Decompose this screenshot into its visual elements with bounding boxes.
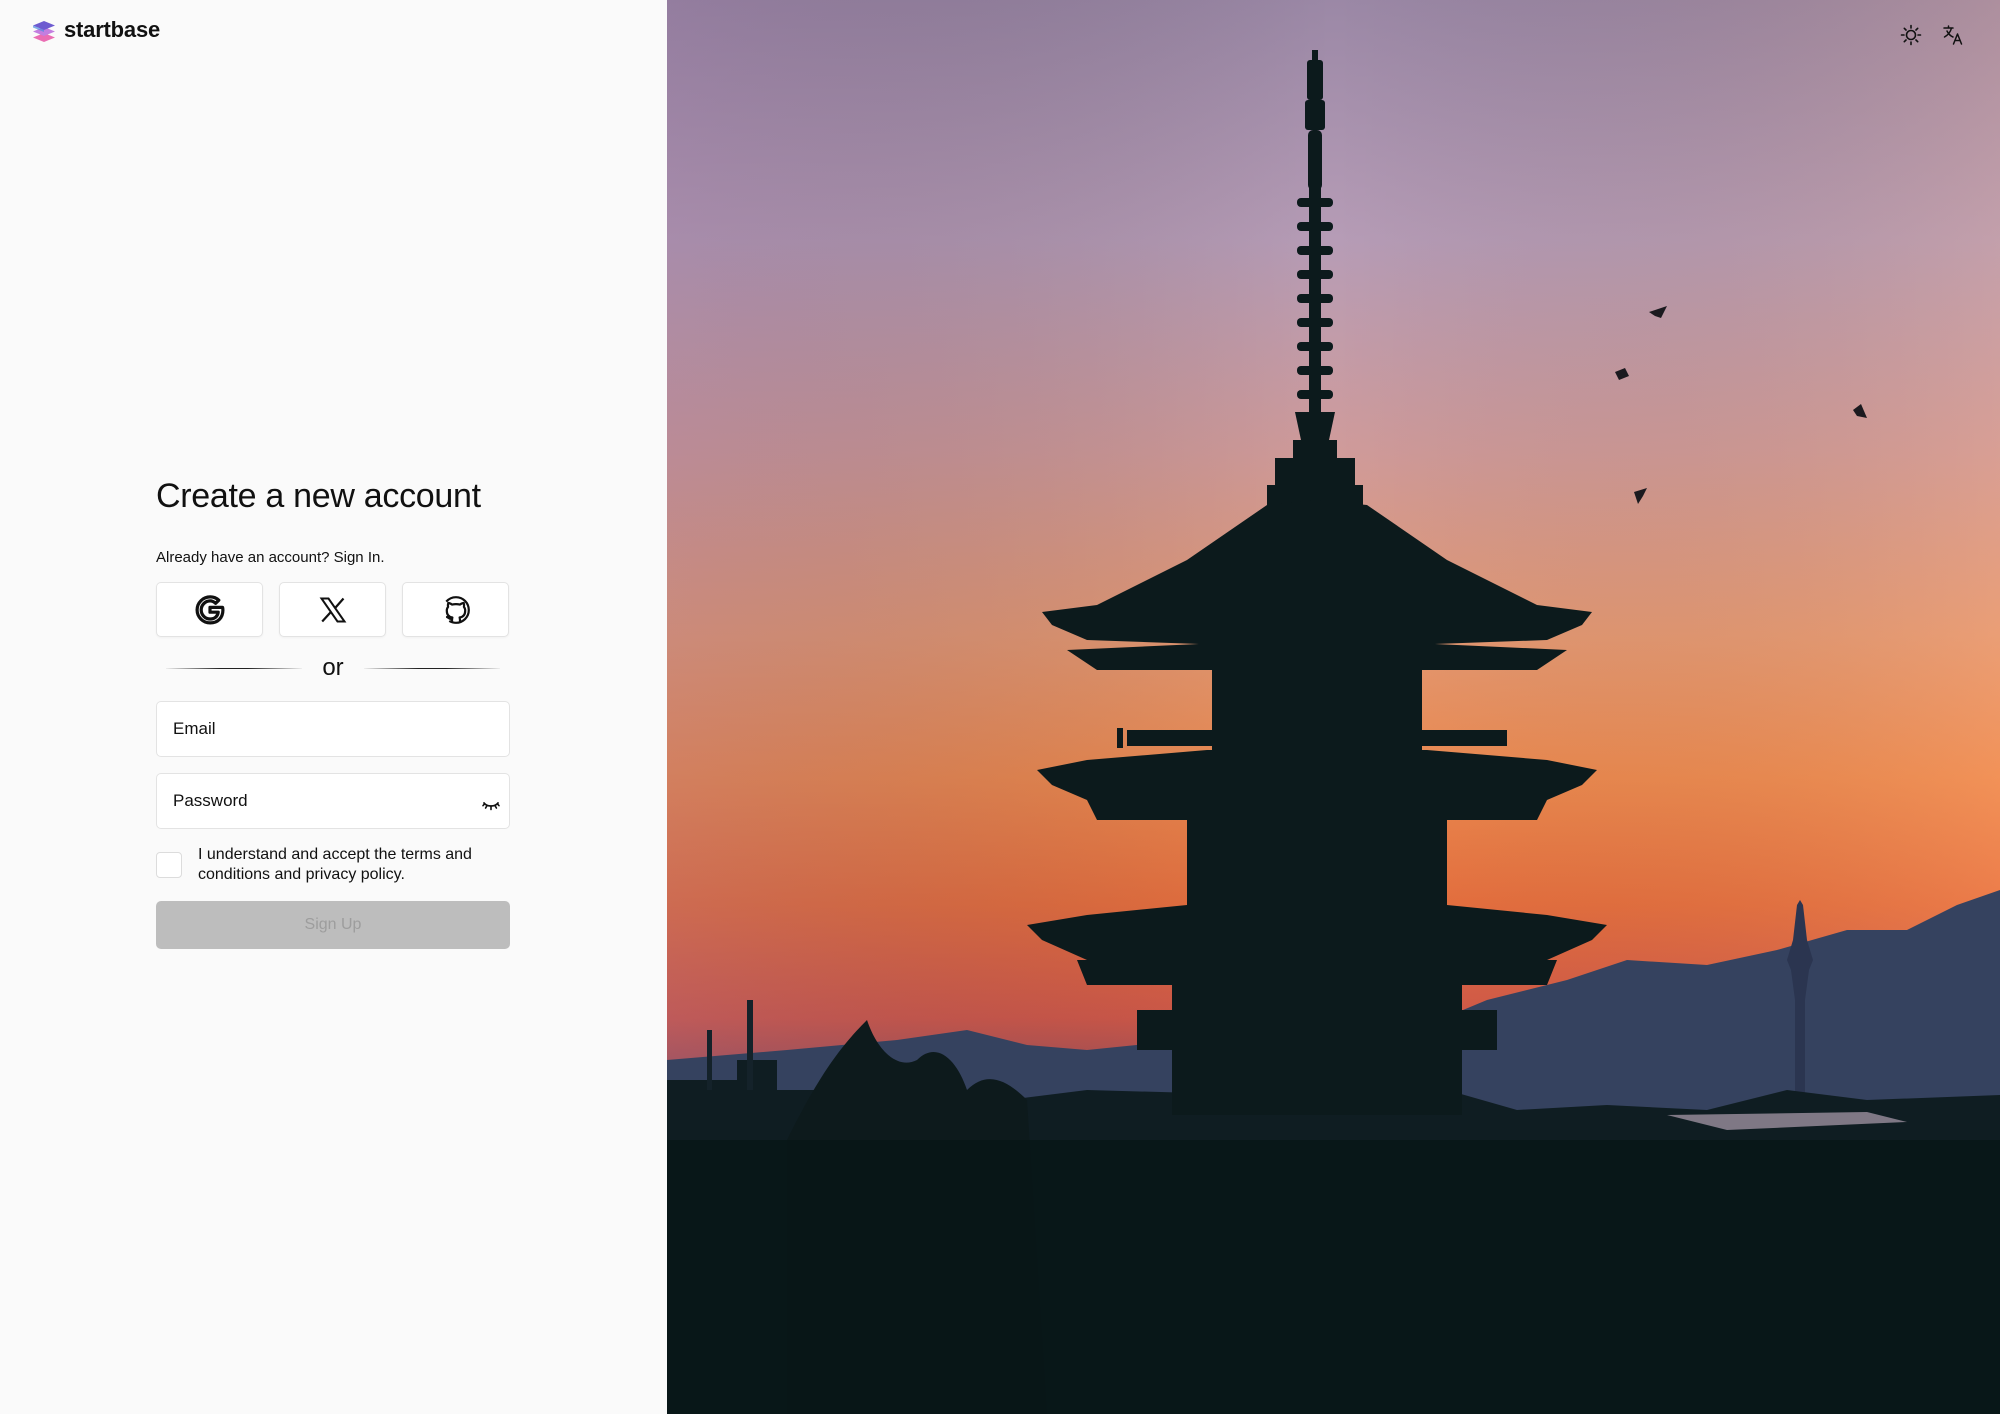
github-signin-button[interactable] bbox=[402, 582, 509, 637]
x-icon bbox=[319, 597, 346, 622]
divider-line-right bbox=[364, 667, 500, 669]
page-title: Create a new account bbox=[156, 477, 481, 515]
terms-row: I understand and accept the terms and co… bbox=[156, 845, 510, 885]
header-actions bbox=[1900, 24, 1964, 46]
translate-icon[interactable] bbox=[1942, 24, 1964, 46]
password-field bbox=[156, 773, 510, 829]
divider-text: or bbox=[322, 654, 344, 681]
left-panel: startbase Create a new account Already h… bbox=[0, 0, 667, 1414]
google-signin-button[interactable] bbox=[156, 582, 263, 637]
email-field bbox=[156, 701, 510, 757]
oauth-buttons bbox=[156, 582, 510, 637]
google-icon bbox=[195, 594, 224, 624]
sun-icon[interactable] bbox=[1900, 24, 1922, 46]
or-divider: or bbox=[156, 651, 510, 685]
signup-page: startbase Create a new account Already h… bbox=[0, 0, 2000, 1414]
terms-checkbox[interactable] bbox=[156, 852, 182, 878]
signin-link[interactable]: Sign In. bbox=[334, 549, 385, 566]
github-icon bbox=[441, 595, 470, 624]
x-signin-button[interactable] bbox=[279, 582, 386, 637]
signin-prompt: Already have an account? Sign In. bbox=[156, 548, 510, 568]
password-input[interactable] bbox=[157, 774, 509, 828]
hero-image-panel bbox=[667, 0, 2000, 1414]
brand-logo[interactable]: startbase bbox=[30, 16, 160, 44]
brand-name: startbase bbox=[64, 17, 161, 42]
signup-form: Create a new account Already have an acc… bbox=[156, 470, 510, 949]
email-input[interactable] bbox=[157, 702, 509, 756]
terms-label: I understand and accept the terms and co… bbox=[198, 846, 472, 883]
pagoda-sunset-image bbox=[667, 0, 2000, 1414]
layers-icon bbox=[33, 21, 55, 42]
signup-button[interactable]: Sign Up bbox=[156, 901, 510, 949]
eye-closed-icon[interactable] bbox=[481, 796, 501, 816]
signin-prompt-text: Already have an account? bbox=[156, 549, 330, 566]
divider-line-left bbox=[166, 667, 302, 669]
